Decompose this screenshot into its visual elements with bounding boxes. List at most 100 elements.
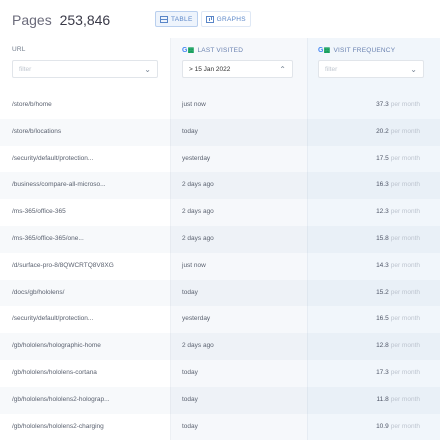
page-title: Pages 253,846: [12, 12, 110, 28]
row-url[interactable]: /security/default/protection...: [12, 315, 166, 322]
row-visit-frequency: 17.3 per month: [376, 369, 420, 376]
row-url[interactable]: /gb/hololens/hololens2-charging: [12, 423, 166, 430]
row-frequency-value: 14.3: [376, 261, 389, 269]
page-title-label: Pages: [12, 12, 52, 28]
row-frequency-unit: per month: [390, 422, 420, 430]
row-url[interactable]: /ms-365/office-365/one...: [12, 235, 166, 242]
table-row[interactable]: /gb/hololens/hololens-cortana today 17.3 pe…: [0, 360, 440, 387]
row-last-visited: today: [182, 288, 198, 296]
last-visited-filter-select[interactable]: > 15 Jan 2022 ⌃: [182, 60, 293, 78]
row-frequency-value: 16.5: [376, 315, 389, 323]
google-analytics-icon: G▩: [318, 47, 331, 54]
row-frequency-value: 15.2: [376, 288, 389, 296]
row-frequency-value: 20.2: [376, 127, 389, 135]
row-visit-frequency: 17.5 per month: [376, 155, 420, 162]
column-header-url[interactable]: URL: [12, 46, 26, 53]
table-row[interactable]: /docs/gb/hololens/today 15.2 per month: [0, 279, 440, 307]
row-url[interactable]: /gb/hololens/holographic-home: [12, 342, 166, 349]
row-visit-frequency: 37.3 per month: [376, 101, 420, 108]
column-header-visit-frequency[interactable]: G▩ VISIT FREQUENCY: [318, 46, 396, 55]
row-last-visited: yesterday: [182, 315, 211, 323]
table-row[interactable]: /gb/hololens/hololens2-charging today 10.9…: [0, 414, 440, 440]
row-last-visited: today: [182, 422, 198, 430]
row-last-visited: today: [182, 395, 198, 403]
row-visit-frequency: 12.8 per month: [376, 342, 420, 349]
page-count: 253,846: [59, 12, 111, 28]
row-frequency-value: 17.5: [376, 154, 389, 162]
row-frequency-value: 17.3: [376, 368, 389, 376]
table-row[interactable]: /security/default/protection... yesterday…: [0, 306, 440, 333]
row-last-visited: just now: [182, 101, 206, 108]
row-url[interactable]: /business/compare-all-microso...: [12, 181, 166, 188]
url-filter-placeholder: filter: [19, 65, 32, 73]
row-frequency-value: 15.8: [376, 234, 389, 242]
row-last-visited: 2 days ago: [182, 181, 214, 189]
last-visited-filter-value: > 15 Jan 2022: [189, 65, 231, 73]
row-url[interactable]: /d/surface-pro-8/8QWCRTQ8V8XG: [12, 262, 166, 269]
row-frequency-value: 12.3: [376, 208, 389, 216]
row-visit-frequency: 16.3 per month: [376, 181, 420, 188]
row-frequency-value: 12.8: [376, 342, 389, 350]
pages-table-body: /store/b/home just now 37.3 per month /stor…: [0, 92, 440, 440]
table-row[interactable]: /gb/hololens/hololens2-holograp... today 1…: [0, 386, 440, 414]
table-row[interactable]: /business/compare-all-microso... 2 days a…: [0, 172, 440, 200]
row-visit-frequency: 16.5 per month: [376, 315, 420, 322]
column-header-last-visited-label: LAST VISITED: [197, 46, 244, 54]
row-frequency-unit: per month: [390, 288, 420, 296]
row-frequency-unit: per month: [390, 315, 420, 323]
row-frequency-value: 37.3: [376, 101, 389, 108]
chevron-down-icon: ⌄: [410, 65, 417, 74]
table-row[interactable]: /ms-365/office-365/one... 2 days ago 15.8 p…: [0, 225, 440, 253]
row-url[interactable]: /security/default/protection...: [12, 155, 166, 162]
row-last-visited: 2 days ago: [182, 234, 214, 242]
row-url[interactable]: /gb/hololens/hololens-cortana: [12, 369, 166, 376]
row-last-visited: yesterday: [182, 154, 211, 162]
tab-graphs[interactable]: GRAPHS: [200, 11, 251, 27]
row-frequency-unit: per month: [390, 261, 420, 269]
column-header-visit-frequency-label: VISIT FREQUENCY: [333, 46, 396, 54]
graph-icon: [205, 15, 214, 23]
row-visit-frequency: 20.2 per month: [376, 128, 420, 135]
table-row[interactable]: /ms-365/office-365 2 days ago 12.3 per mont…: [0, 199, 440, 226]
row-url[interactable]: /gb/hololens/hololens2-holograp...: [12, 396, 166, 403]
google-analytics-icon: G▩: [182, 47, 195, 54]
row-url[interactable]: /store/b/locations: [12, 128, 166, 135]
chevron-up-icon: ⌃: [279, 65, 286, 74]
column-header-last-visited[interactable]: G▩ LAST VISITED: [182, 46, 244, 55]
row-last-visited: just now: [182, 261, 206, 269]
table-row[interactable]: /gb/hololens/holographic-home 2 days ago 1…: [0, 333, 440, 360]
row-frequency-unit: per month: [390, 395, 420, 403]
row-frequency-value: 11.8: [376, 395, 389, 403]
visit-frequency-filter-select[interactable]: filter ⌄: [318, 60, 424, 78]
row-visit-frequency: 11.8 per month: [377, 396, 420, 403]
row-frequency-value: 10.9: [376, 422, 389, 430]
tab-graphs-label: GRAPHS: [216, 15, 246, 23]
row-url[interactable]: /ms-365/office-365: [12, 208, 166, 215]
chevron-down-icon: ⌄: [144, 65, 151, 74]
table-row[interactable]: /store/b/home just now 37.3 per month: [0, 92, 440, 119]
table-row[interactable]: /d/surface-pro-8/8QWCRTQ8V8XG just now 14.…: [0, 253, 440, 280]
view-toggle: TABLE GRAPHS: [155, 11, 251, 27]
table-row[interactable]: /store/b/locations today 20.2 per month: [0, 118, 440, 146]
url-filter-select[interactable]: filter ⌄: [12, 60, 158, 78]
row-last-visited: 2 days ago: [182, 342, 214, 350]
table-icon: [160, 15, 168, 23]
row-visit-frequency: 14.3 per month: [376, 262, 420, 269]
row-frequency-value: 16.3: [376, 181, 389, 189]
table-row[interactable]: /security/default/protection... yesterday…: [0, 146, 440, 173]
row-url[interactable]: /store/b/home: [12, 101, 166, 108]
row-frequency-unit: per month: [390, 181, 420, 189]
row-url[interactable]: /docs/gb/hololens/: [12, 289, 166, 296]
row-frequency-unit: per month: [390, 342, 420, 350]
row-frequency-unit: per month: [390, 127, 420, 135]
row-visit-frequency: 15.8 per month: [376, 235, 420, 242]
visit-frequency-filter-placeholder: filter: [325, 65, 338, 73]
tab-table[interactable]: TABLE: [155, 11, 198, 27]
row-frequency-unit: per month: [390, 368, 420, 376]
row-frequency-unit: per month: [390, 154, 420, 162]
row-visit-frequency: 15.2 per month: [376, 289, 420, 296]
row-frequency-unit: per month: [390, 234, 420, 242]
row-last-visited: today: [182, 368, 198, 376]
page-header: Pages 253,846 TABLE GRAPHS: [0, 0, 440, 38]
row-last-visited: 2 days ago: [182, 208, 214, 216]
